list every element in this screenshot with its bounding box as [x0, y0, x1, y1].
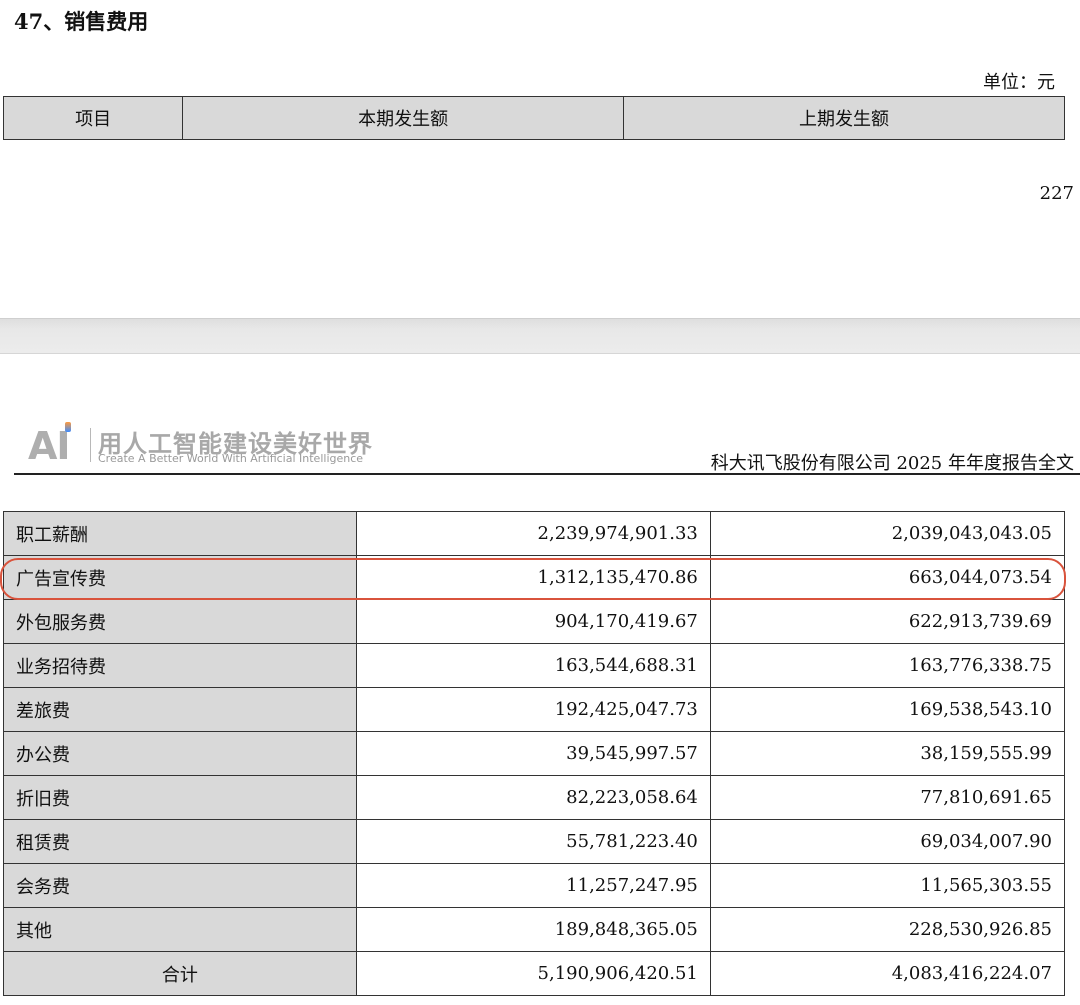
table-header: 项目 本期发生额 上期发生额: [2, 96, 1065, 140]
row-current: 904,170,419.67: [355, 599, 711, 644]
row-previous: 169,538,543.10: [709, 687, 1066, 732]
row-label: 职工薪酬: [3, 511, 357, 556]
table-row: 外包服务费 904,170,419.67 622,913,739.69: [3, 599, 1066, 644]
row-label: 租赁费: [3, 819, 357, 864]
row-current: 192,425,047.73: [355, 687, 711, 732]
row-current: 11,257,247.95: [355, 863, 711, 908]
row-previous: 622,913,739.69: [709, 599, 1066, 644]
page-number: 227: [1039, 183, 1074, 204]
row-label: 会务费: [3, 863, 357, 908]
table-row: 折旧费 82,223,058.64 77,810,691.65: [3, 775, 1066, 820]
section-title: 47、销售费用: [14, 9, 149, 34]
row-previous: 77,810,691.65: [709, 775, 1066, 820]
table-row: 租赁费 55,781,223.40 69,034,007.90: [3, 819, 1066, 864]
row-label: 广告宣传费: [3, 555, 357, 600]
row-current: 2,239,974,901.33: [355, 511, 711, 556]
row-previous: 163,776,338.75: [709, 643, 1066, 688]
row-previous: 228,530,926.85: [709, 907, 1066, 952]
total-row: 合计 5,190,906,420.51 4,083,416,224.07: [3, 951, 1066, 996]
row-label: 差旅费: [3, 687, 357, 732]
table-row: 会务费 11,257,247.95 11,565,303.55: [3, 863, 1066, 908]
row-previous: 11,565,303.55: [709, 863, 1066, 908]
company-logo: AI 用人工智能建设美好世界 Create A Better World Wit…: [28, 422, 372, 468]
column-header-previous: 上期发生额: [623, 96, 1065, 140]
column-header-current: 本期发生额: [182, 96, 625, 140]
report-title: 科大讯飞股份有限公司 2025 年年度报告全文: [710, 453, 1074, 474]
header-rule: [14, 473, 1080, 475]
row-label: 办公费: [3, 731, 357, 776]
logo-divider: [90, 428, 91, 462]
logo-ai-mark: AI: [28, 424, 71, 468]
total-label: 合计: [3, 951, 357, 996]
logo-slogan-en: Create A Better World With Artificial In…: [98, 452, 364, 465]
table-row: 办公费 39,545,997.57 38,159,555.99: [3, 731, 1066, 776]
row-current: 163,544,688.31: [355, 643, 711, 688]
row-current: 82,223,058.64: [355, 775, 711, 820]
total-current: 5,190,906,420.51: [355, 951, 711, 996]
column-header-item: 项目: [2, 96, 184, 140]
row-previous: 2,039,043,043.05: [709, 511, 1066, 556]
row-current: 55,781,223.40: [355, 819, 711, 864]
table-row: 职工薪酬 2,239,974,901.33 2,039,043,043.05: [3, 511, 1066, 556]
total-previous: 4,083,416,224.07: [709, 951, 1066, 996]
table-row: 其他 189,848,365.05 228,530,926.85: [3, 907, 1066, 952]
row-current: 39,545,997.57: [355, 731, 711, 776]
row-label: 其他: [3, 907, 357, 952]
unit-label: 单位：元: [983, 72, 1055, 93]
row-previous: 663,044,073.54: [709, 555, 1066, 600]
row-label: 折旧费: [3, 775, 357, 820]
row-previous: 38,159,555.99: [709, 731, 1066, 776]
row-label: 外包服务费: [3, 599, 357, 644]
row-current: 189,848,365.05: [355, 907, 711, 952]
spark-icon: [65, 422, 71, 432]
row-previous: 69,034,007.90: [709, 819, 1066, 864]
table-header-row: 项目 本期发生额 上期发生额: [2, 96, 1065, 140]
row-label: 业务招待费: [3, 643, 357, 688]
table-row: 广告宣传费 1,312,135,470.86 663,044,073.54: [3, 555, 1066, 600]
row-current: 1,312,135,470.86: [355, 555, 711, 600]
table-row: 差旅费 192,425,047.73 169,538,543.10: [3, 687, 1066, 732]
table-row: 业务招待费 163,544,688.31 163,776,338.75: [3, 643, 1066, 688]
page-separator: [0, 318, 1080, 354]
expense-table: 职工薪酬 2,239,974,901.33 2,039,043,043.05 广告宣传…: [3, 511, 1066, 996]
